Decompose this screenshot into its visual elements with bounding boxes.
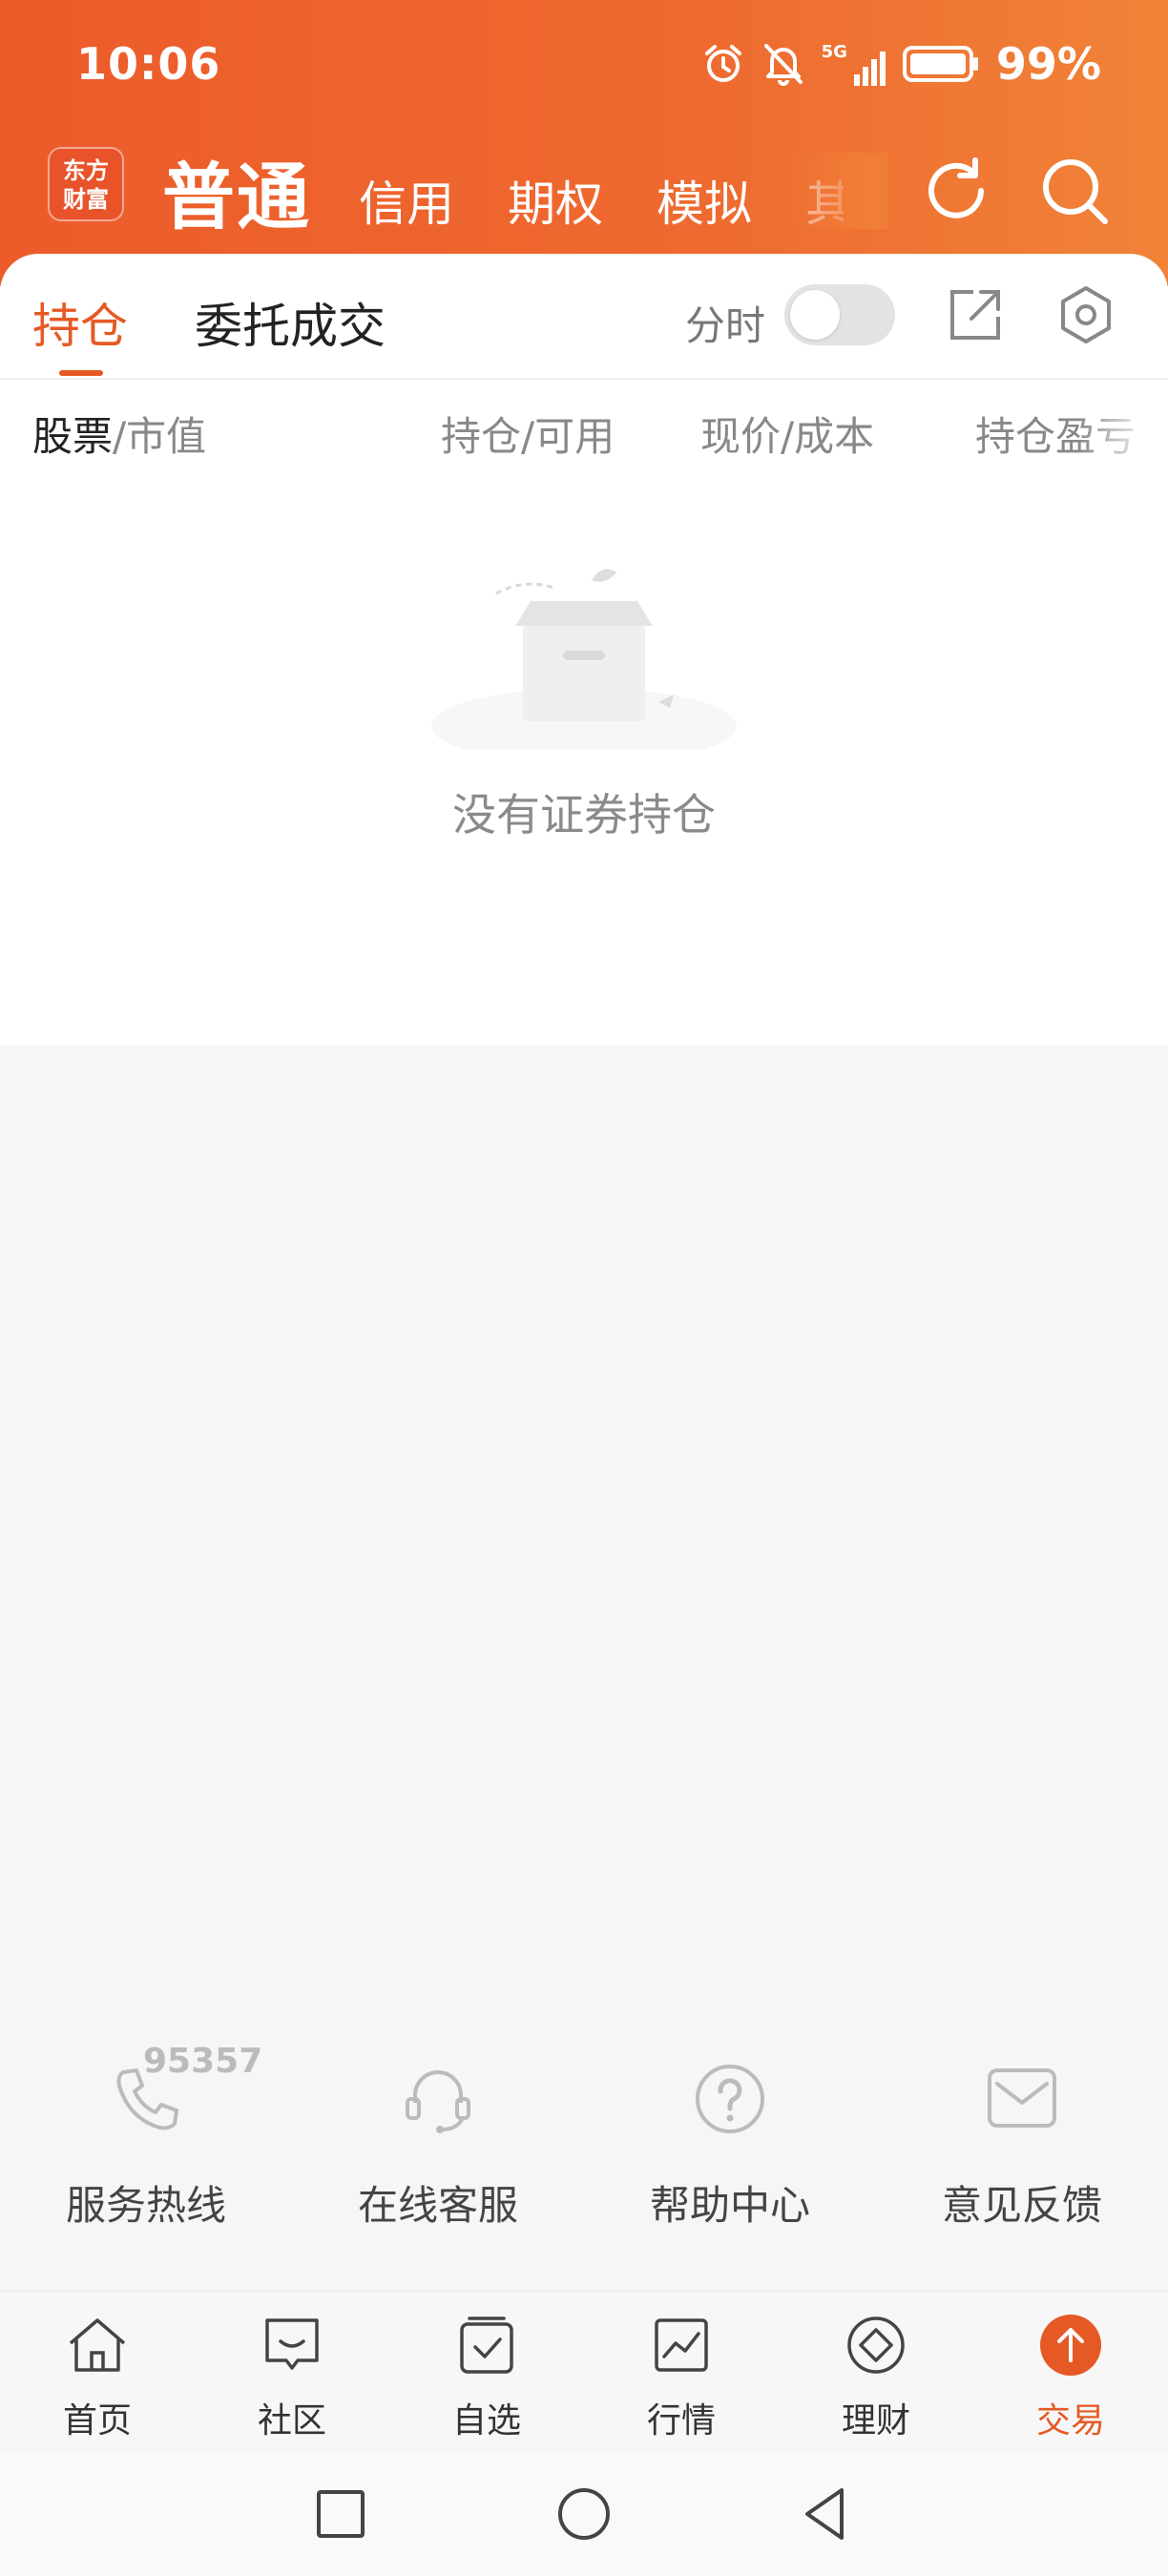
service-help-center[interactable]: 帮助中心 xyxy=(584,2032,876,2290)
col-stock: 股票 xyxy=(32,413,114,460)
tab-orders[interactable]: 委托成交 xyxy=(195,288,386,357)
headset-icon xyxy=(406,2070,470,2133)
service-label: 服务热线 xyxy=(65,2182,226,2229)
status-bar: 10:06 5G 99% xyxy=(0,0,1168,134)
tab-label: 行情 xyxy=(646,2401,716,2441)
empty-box-illustration xyxy=(431,569,737,750)
tab-options[interactable]: 期权 xyxy=(508,166,603,235)
tab-home[interactable]: 首页 xyxy=(0,2292,195,2454)
timeshare-label: 分时 xyxy=(685,302,766,349)
signal-indicator: 5G xyxy=(822,42,886,86)
diamond-icon xyxy=(847,2316,905,2374)
tab-market[interactable]: 行情 xyxy=(584,2292,779,2454)
tab-simulation[interactable]: 模拟 xyxy=(657,166,752,235)
refresh-icon[interactable] xyxy=(918,153,994,229)
signal-bar xyxy=(853,74,860,86)
tab-community[interactable]: 社区 xyxy=(195,2292,389,2454)
toggle-knob xyxy=(790,290,840,340)
service-feedback[interactable]: 意见反馈 xyxy=(876,2032,1168,2290)
tab-label: 交易 xyxy=(1035,2401,1105,2441)
service-label: 意见反馈 xyxy=(941,2182,1102,2229)
timeshare-toggle[interactable] xyxy=(784,284,895,345)
battery-percent: 99% xyxy=(995,38,1101,90)
tab-credit[interactable]: 信用 xyxy=(359,166,454,235)
service-label: 帮助中心 xyxy=(649,2182,810,2229)
col-position: 持仓/可用 xyxy=(441,413,615,460)
alarm-icon xyxy=(704,45,741,82)
signal-bar xyxy=(879,52,886,86)
tab-wealth[interactable]: 理财 xyxy=(779,2292,973,2454)
status-time: 10:06 xyxy=(76,38,221,90)
chart-icon xyxy=(655,2318,708,2372)
col-price: 现价/成本 xyxy=(700,413,875,460)
gear-icon[interactable] xyxy=(1053,282,1118,347)
signal-bar xyxy=(870,59,877,86)
checkbox-icon xyxy=(460,2316,513,2374)
service-online-support[interactable]: 在线客服 xyxy=(292,2032,584,2290)
columns-fade-overlay xyxy=(1078,397,1168,464)
status-icons: 5G 99% xyxy=(701,38,1101,90)
col-market-value: /市值 xyxy=(113,413,207,460)
home-icon xyxy=(69,2318,126,2372)
mail-icon xyxy=(988,2068,1056,2128)
header-divider xyxy=(0,378,1168,380)
battery-icon xyxy=(902,46,978,82)
tab-label: 社区 xyxy=(257,2401,326,2441)
tabs-fade-overlay xyxy=(792,153,887,229)
logo-line: 财富 xyxy=(63,186,109,213)
service-label: 在线客服 xyxy=(357,2182,518,2229)
holdings-card: 持仓 委托成交 分时 股票/市值 持仓/可用 现价/成本 持仓盈亏 没有证券持仓 xyxy=(0,254,1168,1046)
active-tab-indicator xyxy=(59,370,103,376)
system-nav-bar xyxy=(0,2452,1168,2576)
recents-icon[interactable] xyxy=(307,2481,374,2547)
search-icon[interactable] xyxy=(1036,153,1113,229)
tab-watchlist[interactable]: 自选 xyxy=(389,2292,584,2454)
share-icon[interactable] xyxy=(943,282,1008,347)
app-logo: 东方 财富 xyxy=(48,147,124,221)
tab-label: 理财 xyxy=(841,2401,910,2441)
service-shortcuts: 95357 服务热线 在线客服 帮助中心 意见反馈 xyxy=(0,2032,1168,2290)
question-icon xyxy=(696,2065,764,2133)
home-circle-icon[interactable] xyxy=(551,2481,617,2547)
empty-message: 没有证券持仓 xyxy=(452,789,716,841)
account-nav: 东方 财富 普通 信用 期权 模拟 其 xyxy=(0,134,1168,248)
tab-label: 自选 xyxy=(451,2401,521,2441)
logo-line: 东方 xyxy=(63,157,109,184)
bottom-tab-bar: 首页 社区 自选 行情 理财 交易 xyxy=(0,2290,1168,2452)
hotline-number: 95357 xyxy=(143,2042,263,2081)
back-icon[interactable] xyxy=(794,2481,861,2547)
col-stock-value: 股票/市值 xyxy=(32,405,206,463)
app-header: 10:06 5G 99% 东方 财富 普通 信用 期权 模拟 其 xyxy=(0,0,1168,286)
trade-icon xyxy=(1040,2315,1101,2376)
chat-icon xyxy=(265,2318,319,2370)
tab-trade[interactable]: 交易 xyxy=(973,2292,1168,2454)
tab-label: 首页 xyxy=(62,2401,132,2441)
tab-normal[interactable]: 普通 xyxy=(162,138,311,243)
signal-bar xyxy=(862,67,868,86)
network-type: 5G xyxy=(821,42,847,62)
service-hotline[interactable]: 95357 服务热线 xyxy=(0,2032,292,2290)
bell-off-icon xyxy=(763,44,803,86)
tab-holdings[interactable]: 持仓 xyxy=(32,288,128,357)
